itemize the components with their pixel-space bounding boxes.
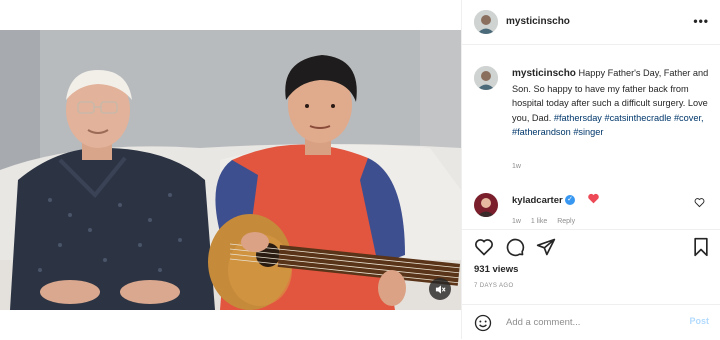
comment-username[interactable]: kyladcarter — [512, 195, 563, 206]
post-timestamp: 7 DAYS AGO — [474, 283, 514, 289]
view-count[interactable]: 931 views — [474, 264, 518, 275]
caption-avatar[interactable] — [474, 66, 498, 90]
post-details-panel: mysticinscho ••• mysticinscho Happy Fath… — [461, 0, 720, 339]
hashtag[interactable]: #fathersday — [554, 113, 602, 123]
mute-icon — [435, 284, 446, 294]
post-author-username[interactable]: mysticinscho — [506, 16, 570, 27]
instagram-post-page: mysticinscho ••• mysticinscho Happy Fath… — [0, 0, 720, 339]
heart-icon[interactable] — [474, 237, 494, 257]
post-caption: mysticinscho Happy Father's Day, Father … — [512, 66, 712, 140]
share-icon[interactable] — [536, 237, 556, 257]
hashtag[interactable]: #cover, — [674, 113, 704, 123]
smile-icon[interactable] — [474, 314, 492, 332]
avatar-image — [474, 66, 498, 90]
comment-meta: 1w 1 like Reply — [512, 218, 583, 225]
post-video[interactable] — [0, 30, 461, 310]
hashtag[interactable]: #singer — [573, 127, 603, 137]
post-comment-button[interactable]: Post — [689, 316, 709, 326]
post-header: mysticinscho ••• — [462, 0, 720, 45]
comment-likes[interactable]: 1 like — [531, 218, 547, 225]
avatar-image — [474, 10, 498, 34]
post-actions-bar — [462, 229, 720, 260]
like-comment-heart-icon[interactable] — [694, 197, 705, 208]
comment-timestamp: 1w — [512, 218, 521, 225]
avatar-image — [474, 193, 498, 217]
hashtag[interactable]: #catsinthecradle — [604, 113, 671, 123]
comment-reply-button[interactable]: Reply — [557, 218, 575, 225]
heart-emoji-icon — [588, 193, 599, 204]
mute-button[interactable] — [429, 278, 451, 300]
verified-icon: ✓ — [565, 195, 575, 205]
hashtag[interactable]: #fatherandson — [512, 127, 571, 137]
video-frame — [0, 30, 461, 310]
caption-username[interactable]: mysticinscho — [512, 68, 576, 79]
more-options-button[interactable]: ••• — [693, 14, 709, 28]
avatar[interactable] — [474, 10, 498, 34]
add-comment-bar: Post — [462, 304, 720, 340]
bookmark-icon[interactable] — [692, 237, 710, 257]
commenter-avatar[interactable] — [474, 193, 498, 217]
comment-input[interactable] — [506, 314, 676, 330]
comment-icon[interactable] — [505, 237, 525, 257]
caption-timestamp: 1w — [512, 163, 521, 170]
